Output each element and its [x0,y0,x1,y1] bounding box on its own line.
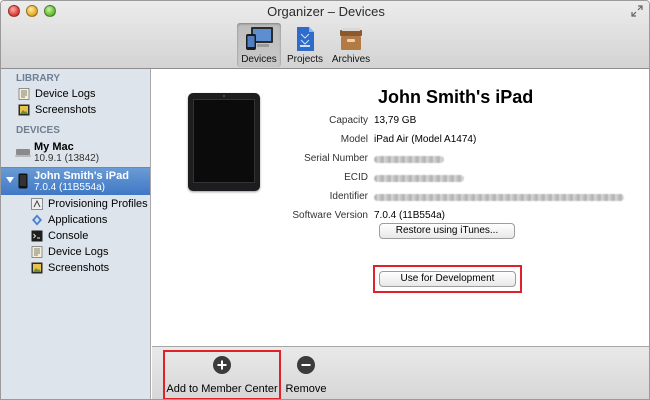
organizer-window: Organizer – Devices Devices Projects Arc… [0,0,650,400]
device-version: 10.9.1 (13842) [34,153,100,164]
sidebar-item-screenshots-device[interactable]: Screenshots [1,260,150,276]
tab-archives[interactable]: Archives [329,23,373,67]
mac-icon [15,149,31,157]
sidebar-item-console[interactable]: Console [1,228,150,244]
add-icon [213,356,231,374]
info-value: iPad Air (Model A1474) [374,134,477,145]
use-for-development-button[interactable]: Use for Development [379,271,516,287]
sidebar-device-ipad[interactable]: John Smith's iPad 7.0.4 (11B554a) [1,167,150,195]
fullscreen-icon[interactable] [631,5,643,17]
library-header: LIBRARY [16,73,61,84]
tab-projects-label: Projects [286,54,324,65]
sidebar-item-label: Screenshots [48,262,110,274]
sidebar-item-label: Device Logs [35,88,96,100]
info-label: Capacity [329,115,368,126]
redacted-value [374,194,624,201]
sidebar-item-provisioning-profiles[interactable]: Provisioning Profiles [1,196,150,212]
sidebar-item-label: Screenshots [35,104,97,116]
sidebar-device-my-mac[interactable]: My Mac 10.9.1 (13842) [1,139,150,167]
info-ecid: ECID [212,172,642,186]
device-detail-panel: John Smith's iPad Capacity 13,79 GB Mode… [152,69,649,346]
device-version: 7.0.4 (11B554a) [34,182,105,193]
sidebar-item-label: Device Logs [48,246,109,258]
redacted-value [374,156,444,163]
restore-itunes-button[interactable]: Restore using iTunes... [379,223,515,239]
tab-archives-label: Archives [331,54,371,65]
screenshots-icon [31,262,43,274]
applications-icon [32,214,42,226]
remove-icon [297,356,315,374]
sidebar-item-applications[interactable]: Applications [1,212,150,228]
sidebar-item-device-logs-device[interactable]: Device Logs [1,244,150,260]
add-to-member-center-button[interactable]: Add to Member Center [166,347,278,399]
screenshots-icon [18,104,30,116]
sidebar-item-label: Console [48,230,89,242]
tab-projects[interactable]: Projects [283,23,327,67]
sidebar-item-label: Provisioning Profiles [48,198,148,210]
camera-dot [223,95,225,97]
device-title: John Smith's iPad [378,87,534,107]
window-title: Organizer – Devices [267,4,385,19]
toolbar: Devices Projects Archives [237,23,373,67]
ipad-icon [18,173,28,189]
provisioning-profiles-icon [31,198,43,210]
device-name: John Smith's iPad [34,170,129,182]
devices-header: DEVICES [16,125,60,136]
info-capacity: Capacity 13,79 GB [212,115,642,129]
device-logs-icon [18,88,30,100]
info-value: 13,79 GB [374,115,417,126]
info-label: Model [340,134,368,145]
info-identifier: Identifier [212,191,642,205]
sidebar-item-label: Applications [48,214,108,226]
info-value: 7.0.4 (11B554a) [374,210,445,221]
bottom-bar: Add to Member Center Remove [152,346,649,399]
info-label: ECID [344,172,368,183]
info-label: Software Version [292,210,368,221]
info-model: Model iPad Air (Model A1474) [212,134,642,148]
sidebar-item-device-logs[interactable]: Device Logs [1,86,150,102]
tab-devices[interactable]: Devices [237,23,281,67]
device-logs-icon [31,246,43,258]
info-label: Serial Number [304,153,368,164]
info-serial-number: Serial Number [212,153,642,167]
add-to-member-center-label: Add to Member Center [166,383,278,395]
projects-icon [297,27,314,51]
info-label: Identifier [329,191,368,202]
redacted-value [374,175,464,182]
remove-button[interactable]: Remove [285,347,327,399]
info-software-version: Software Version 7.0.4 (11B554a) [212,210,642,224]
remove-label: Remove [285,383,327,395]
device-name: My Mac [34,141,74,153]
title-bar: Organizer – Devices Devices Projects Arc… [1,1,649,69]
sidebar-item-screenshots[interactable]: Screenshots [1,102,150,118]
archives-icon [340,28,362,50]
console-icon [31,230,43,242]
sidebar: LIBRARY Device Logs Screenshots DEVICES … [1,69,151,399]
devices-icon [246,27,273,50]
disclosure-triangle-icon[interactable] [6,177,14,183]
tab-devices-label: Devices [241,54,277,65]
